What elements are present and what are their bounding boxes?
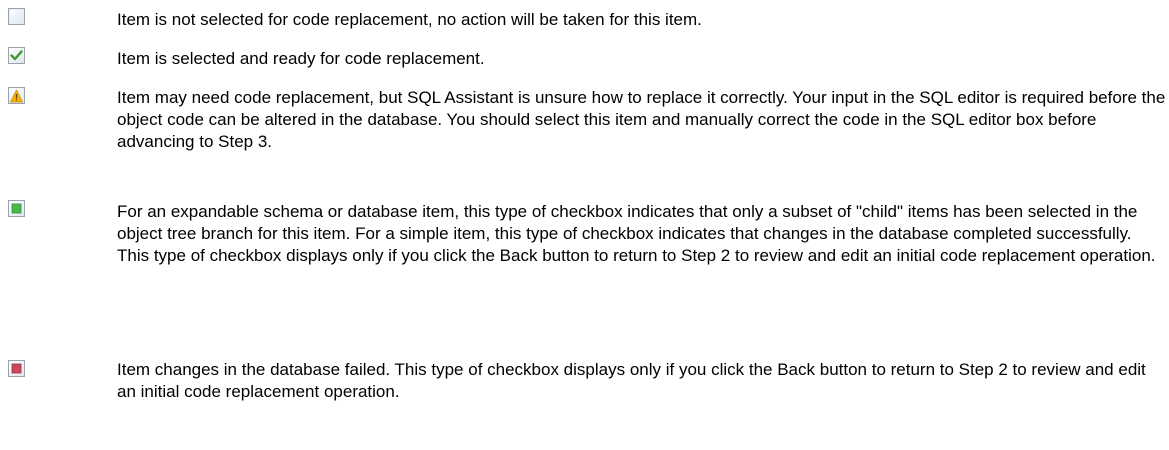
failed-checkbox-icon	[8, 360, 25, 377]
legend-description: Item is not selected for code replacemen…	[117, 10, 702, 29]
warning-checkbox-icon	[8, 87, 25, 104]
legend-description: Item may need code replacement, but SQL …	[117, 88, 1166, 151]
unchecked-checkbox-icon	[8, 8, 25, 25]
legend-description: Item changes in the database failed. Thi…	[117, 360, 1146, 401]
partial-checkbox-icon	[8, 200, 25, 217]
legend-description: Item is selected and ready for code repl…	[117, 49, 485, 68]
legend-description: For an expandable schema or database ite…	[117, 202, 1156, 265]
checked-checkbox-icon	[8, 47, 25, 64]
